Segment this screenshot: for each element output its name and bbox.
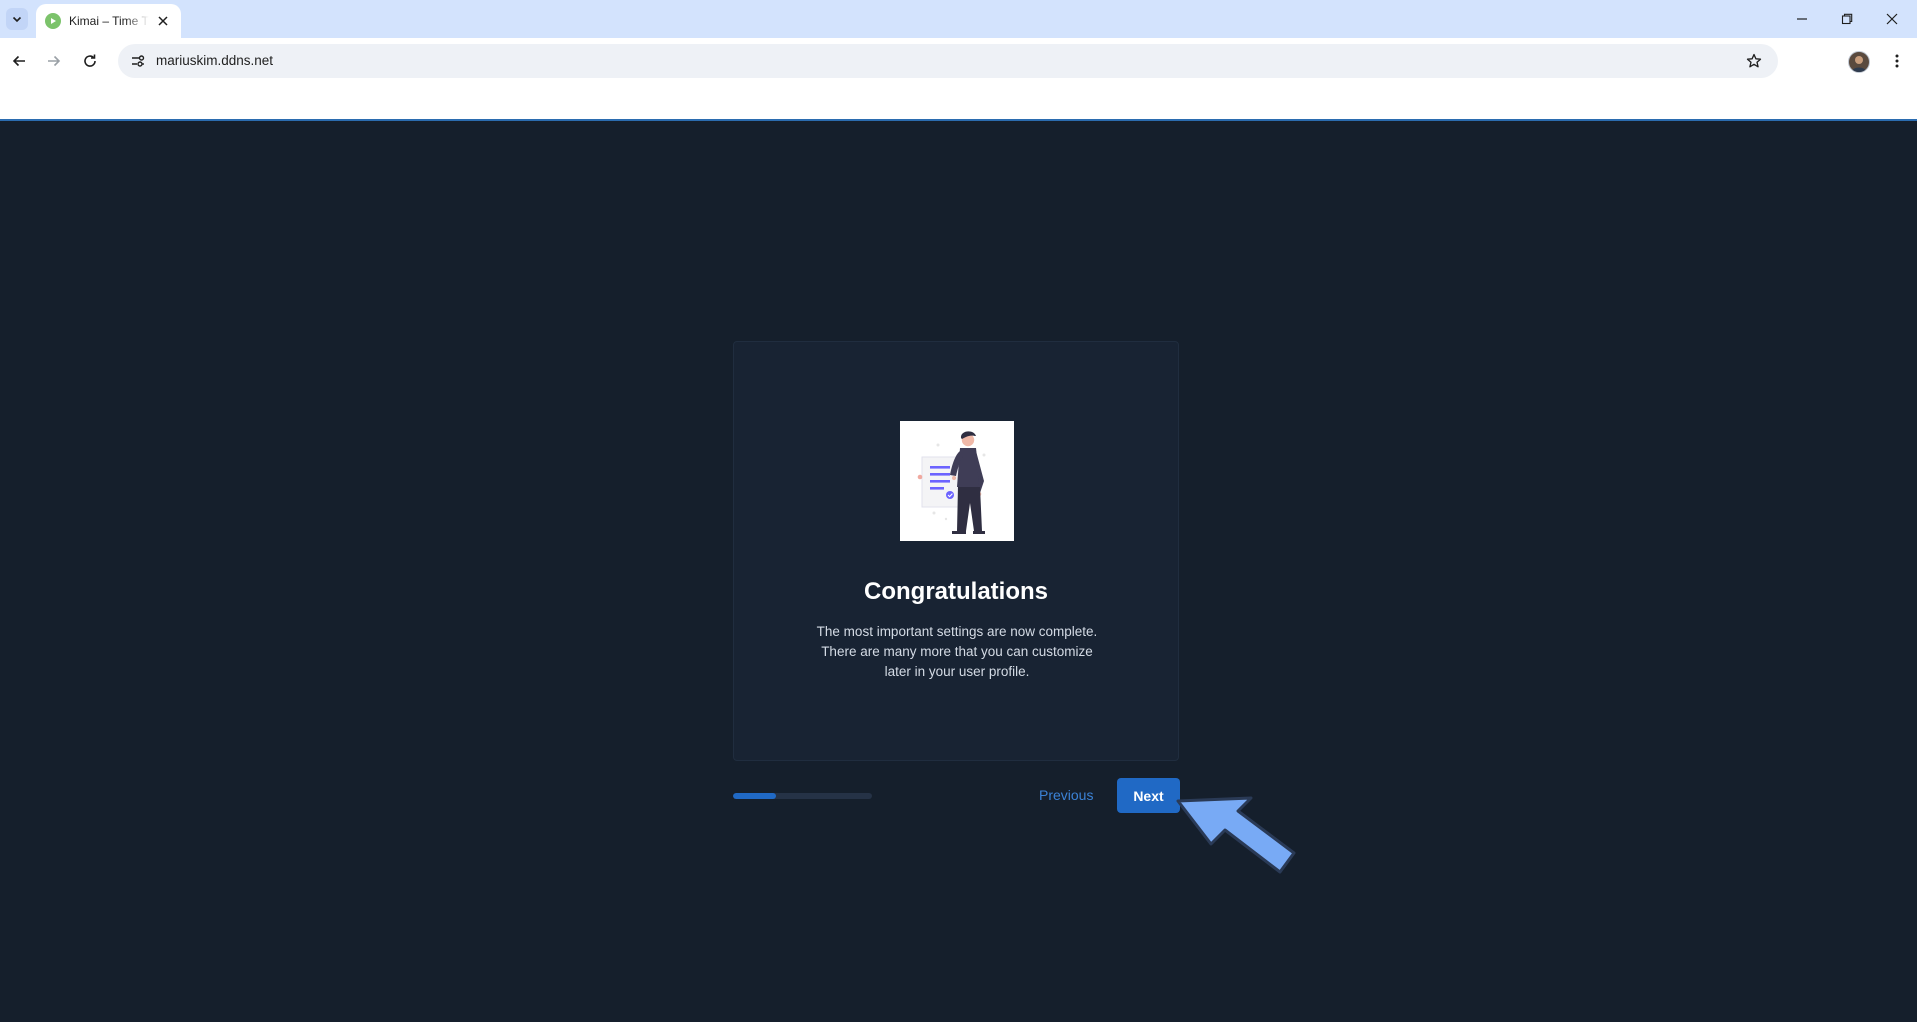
site-info-icon xyxy=(132,55,145,67)
previous-button[interactable]: Previous xyxy=(1039,787,1093,803)
star-icon xyxy=(1746,53,1762,68)
pointer-arrow-icon xyxy=(1176,796,1296,874)
bookmark-button[interactable] xyxy=(1742,49,1766,73)
tab-close-button[interactable] xyxy=(155,13,171,29)
page-top-bar xyxy=(0,84,1917,121)
wizard-card: Congratulations The most important setti… xyxy=(733,341,1179,761)
congratulations-illustration xyxy=(900,421,1014,541)
restore-icon xyxy=(1841,13,1853,25)
forward-button[interactable] xyxy=(41,48,67,74)
close-icon xyxy=(158,16,168,26)
back-button[interactable] xyxy=(6,48,32,74)
kimai-favicon-icon xyxy=(45,13,61,29)
congratulations-title: Congratulations xyxy=(864,578,1048,605)
tab-search-button[interactable] xyxy=(6,8,28,30)
tab-title: Kimai – Time Tracking xyxy=(69,14,149,28)
reload-button[interactable] xyxy=(77,48,103,74)
browser-menu-button[interactable] xyxy=(1884,48,1910,74)
window-close-button[interactable] xyxy=(1879,6,1905,32)
forward-icon xyxy=(48,55,61,67)
back-icon xyxy=(12,55,25,67)
wizard-progress-bar xyxy=(733,793,872,799)
next-button[interactable]: Next xyxy=(1117,778,1180,813)
site-info-button[interactable] xyxy=(126,49,150,73)
reload-icon xyxy=(84,54,96,67)
profile-avatar[interactable] xyxy=(1848,51,1870,73)
chevron-down-icon xyxy=(12,16,22,23)
address-bar[interactable]: mariuskim.ddns.net xyxy=(118,44,1778,78)
tab-strip: Kimai – Time Tracking xyxy=(0,0,1917,38)
restore-button[interactable] xyxy=(1834,6,1860,32)
wizard-progress-fill xyxy=(733,793,777,799)
minimize-button[interactable] xyxy=(1789,6,1815,32)
browser-tab[interactable]: Kimai – Time Tracking xyxy=(36,4,181,38)
kebab-menu-icon xyxy=(1895,54,1899,68)
congratulations-description: The most important settings are now comp… xyxy=(816,624,1098,679)
minimize-icon xyxy=(1797,18,1807,20)
close-icon xyxy=(1886,13,1898,25)
url-text: mariuskim.ddns.net xyxy=(156,53,274,68)
browser-toolbar: mariuskim.ddns.net xyxy=(0,38,1917,84)
